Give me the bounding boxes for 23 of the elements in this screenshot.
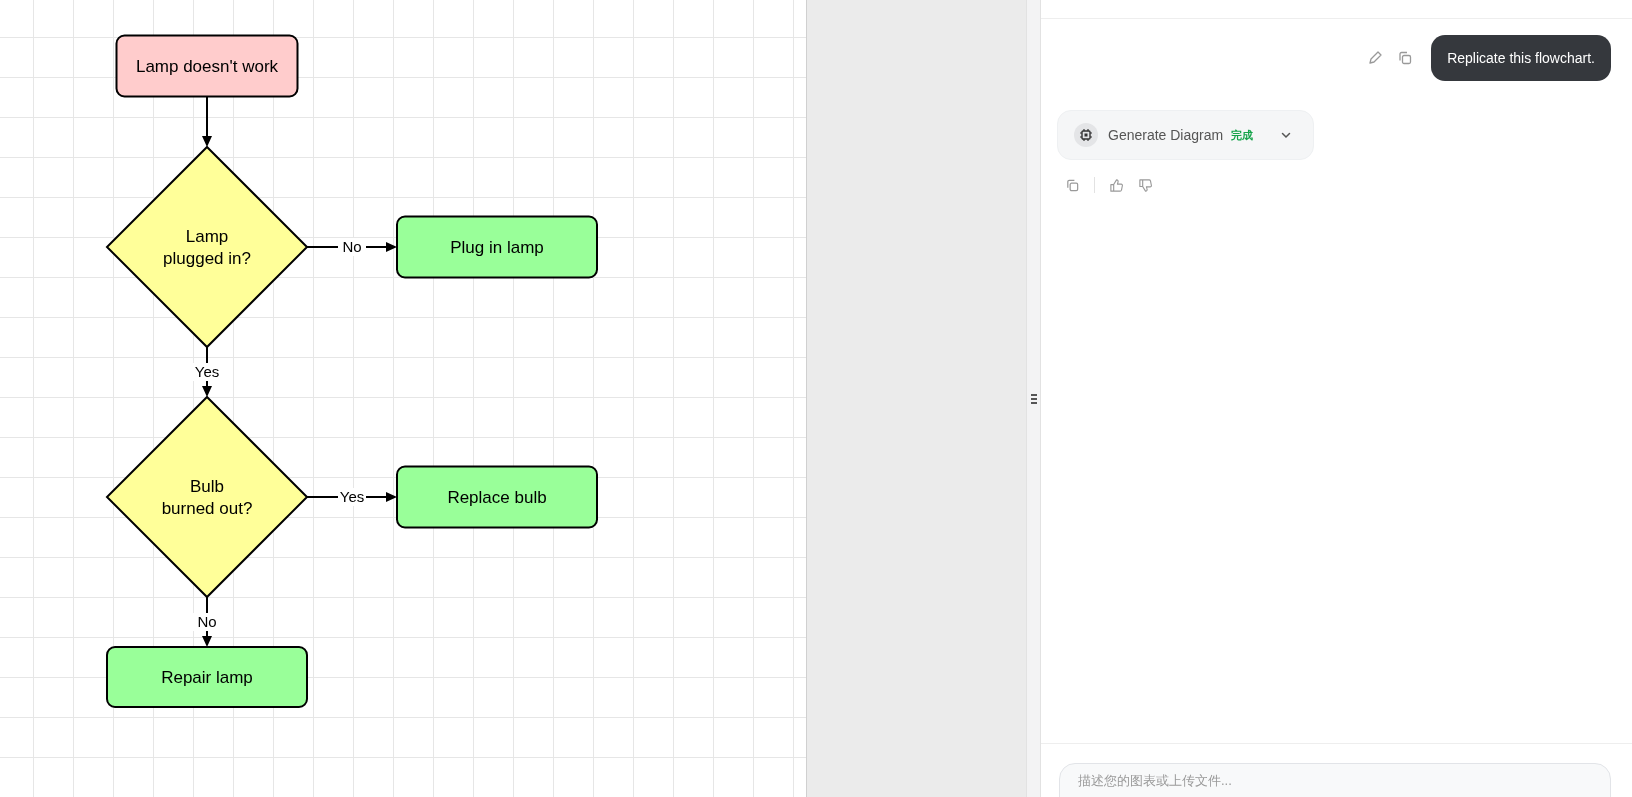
chip-icon — [1078, 127, 1094, 143]
node-label: Lamp doesn't work — [135, 57, 279, 76]
tool-status: 完成 — [1231, 127, 1254, 143]
thumbs-up-icon[interactable] — [1109, 177, 1124, 193]
edge-label: No — [342, 238, 362, 255]
node-label: Bulb burned out? — [161, 477, 253, 518]
thumbs-down-icon[interactable] — [1138, 177, 1153, 193]
copy-icon[interactable] — [1397, 50, 1414, 66]
user-message: Replicate this flowchart. — [1431, 35, 1611, 81]
edge-label: Yes — [194, 363, 220, 380]
edit-icon[interactable] — [1367, 50, 1384, 66]
edge-label: No — [197, 613, 217, 630]
node-label: Replace bulb — [447, 488, 547, 507]
tool-call-card[interactable]: Generate Diagram 完成 — [1057, 110, 1315, 160]
connector-arrow — [202, 95, 212, 147]
prompt-input-field[interactable]: 描述您的图表或上传文件... — [1059, 763, 1611, 797]
edge-label: Yes — [339, 488, 365, 505]
node-label: Lamp plugged in? — [163, 227, 251, 268]
node-label: Plug in lamp — [450, 238, 544, 257]
node-label: Repair lamp — [161, 668, 253, 687]
drag-handle-icon[interactable] — [1029, 392, 1038, 405]
tool-name: Generate Diagram — [1108, 127, 1224, 143]
copy-icon[interactable] — [1065, 177, 1080, 193]
